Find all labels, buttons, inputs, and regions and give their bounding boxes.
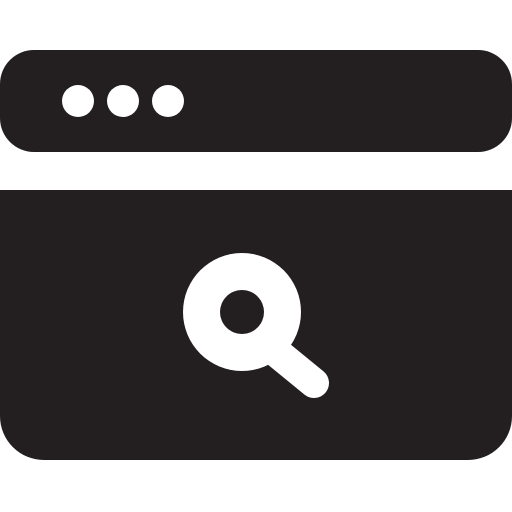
browser-window-graphic — [0, 50, 512, 460]
window-control-dot — [152, 85, 184, 117]
window-control-dot — [62, 85, 94, 117]
window-controls — [62, 85, 184, 117]
magnifier-lens-hole — [220, 290, 264, 334]
window-control-dot — [107, 85, 139, 117]
browser-search-icon — [0, 0, 512, 512]
